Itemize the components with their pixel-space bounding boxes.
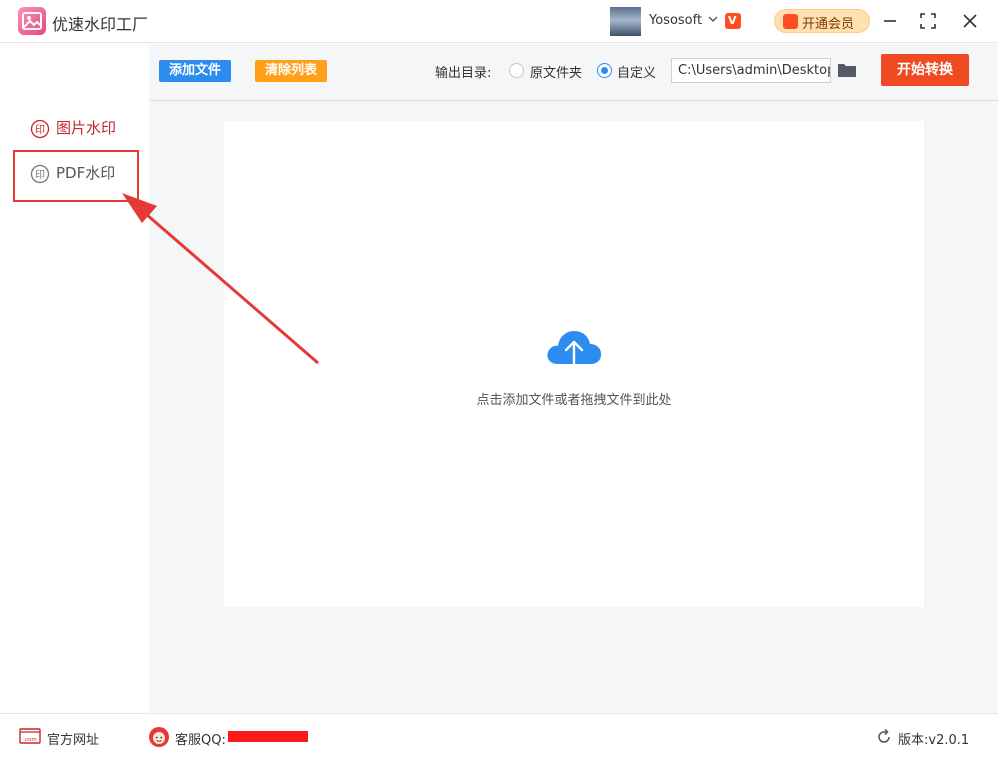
chevron-down-icon[interactable] xyxy=(707,13,719,25)
radio-custom-folder[interactable] xyxy=(597,63,612,78)
user-name[interactable]: Yososoft xyxy=(649,13,702,28)
open-vip-label: 开通会员 xyxy=(802,17,855,32)
user-avatar[interactable] xyxy=(610,7,641,36)
maximize-icon[interactable] xyxy=(918,11,938,31)
vip-icon xyxy=(783,14,798,29)
app-logo-icon xyxy=(18,7,46,35)
vip-badge-icon: V xyxy=(725,13,741,29)
title-bar: 优速水印工厂 Yososoft V 开通会员 xyxy=(0,0,998,43)
clear-list-button[interactable]: 清除列表 xyxy=(255,60,327,82)
official-website-link[interactable]: 官方网址 xyxy=(47,729,99,748)
website-icon-text: .com xyxy=(23,737,37,743)
minimize-icon[interactable] xyxy=(880,11,900,31)
folder-icon[interactable] xyxy=(837,62,857,78)
radio-original-folder[interactable] xyxy=(509,63,524,78)
open-vip-button[interactable]: 开通会员 xyxy=(774,9,870,33)
footer: .com 官方网址 客服QQ: 版本:v2.0.1 xyxy=(0,713,998,757)
radio-original-label[interactable]: 原文件夹 xyxy=(530,62,582,81)
version-label: 版本:v2.0.1 xyxy=(898,733,970,748)
sidebar: 印 图片水印 印 PDF水印 xyxy=(0,44,149,713)
svg-text:印: 印 xyxy=(35,124,45,136)
radio-custom-label[interactable]: 自定义 xyxy=(617,62,656,81)
annotation-highlight-box xyxy=(13,150,139,202)
refresh-icon[interactable] xyxy=(876,729,892,745)
app-title: 优速水印工厂 xyxy=(52,15,149,34)
cloud-upload-icon[interactable] xyxy=(544,326,604,378)
add-file-button[interactable]: 添加文件 xyxy=(159,60,231,82)
sidebar-item-label: 图片水印 xyxy=(56,119,117,137)
customer-service-icon xyxy=(149,727,169,747)
stamp-icon: 印 xyxy=(30,119,50,139)
drop-hint: 点击添加文件或者拖拽文件到此处 xyxy=(476,393,672,408)
toolbar: 添加文件 清除列表 输出目录: 原文件夹 自定义 C:\Users\admin\… xyxy=(149,44,998,101)
website-icon[interactable]: .com xyxy=(19,728,41,744)
file-drop-zone[interactable]: 点击添加文件或者拖拽文件到此处 xyxy=(224,121,924,607)
sidebar-item-image-watermark[interactable]: 印 图片水印 xyxy=(0,110,149,144)
start-convert-button[interactable]: 开始转换 xyxy=(881,54,969,86)
output-path-input[interactable]: C:\Users\admin\Desktop xyxy=(671,58,831,83)
output-dir-label: 输出目录: xyxy=(435,66,492,81)
close-icon[interactable] xyxy=(960,11,980,31)
main-panel: 添加文件 清除列表 输出目录: 原文件夹 自定义 C:\Users\admin\… xyxy=(149,44,998,713)
redacted-qq-number xyxy=(228,731,308,742)
vip-badge-mark: V xyxy=(728,14,737,27)
support-qq-label: 客服QQ: xyxy=(175,733,226,748)
